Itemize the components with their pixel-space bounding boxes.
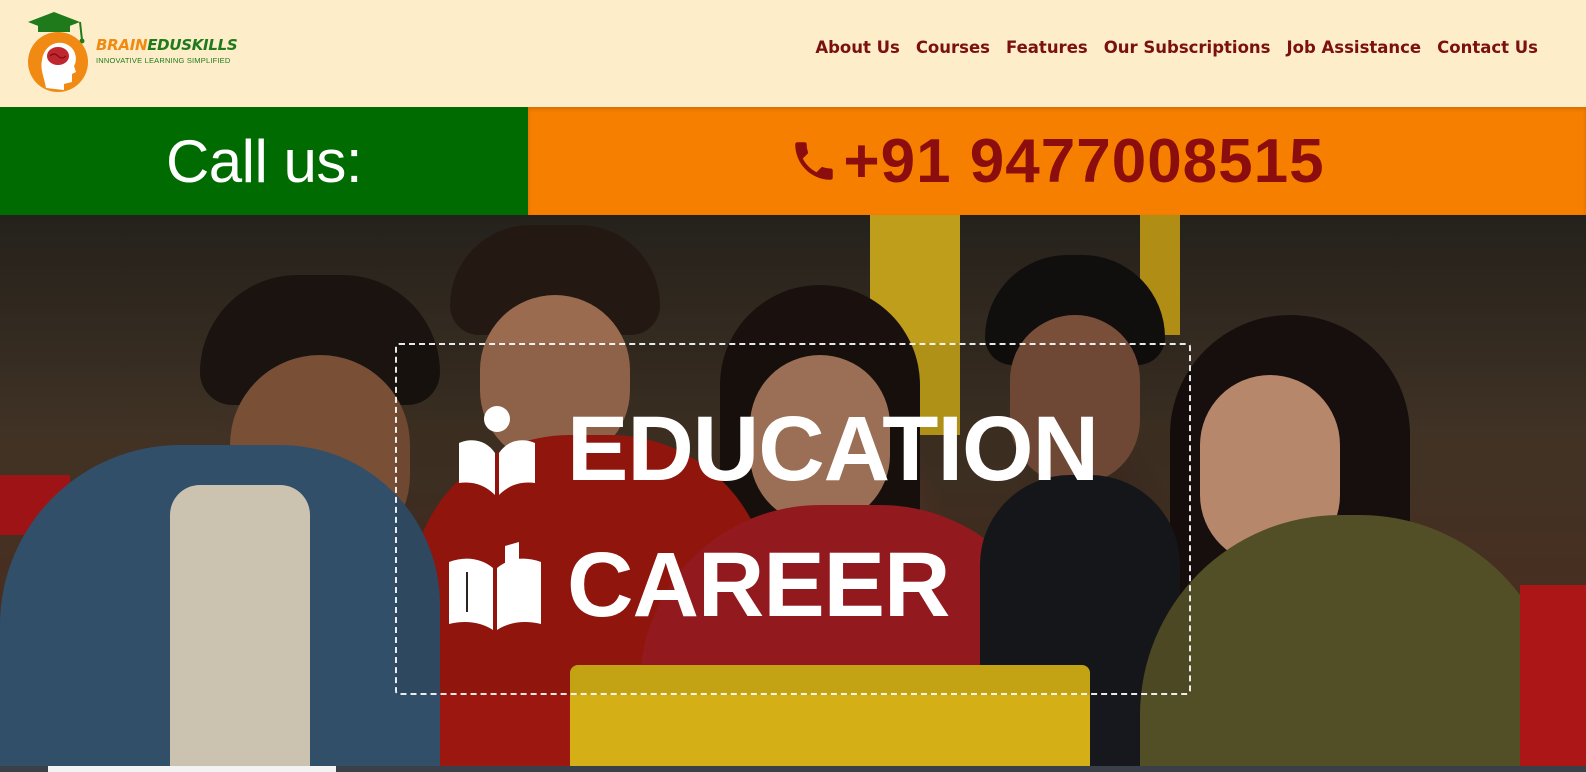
bottom-strip [0,766,1586,772]
phone-number: +91 9477008515 [843,126,1325,196]
brand-name-part1: BRAIN [96,36,148,54]
nav-contact-us[interactable]: Contact Us [1429,38,1546,57]
nav-features[interactable]: Features [998,38,1096,57]
hero-career-text: CAREER [567,534,950,636]
logo-head-icon [28,12,88,92]
hero-banner: EDUCATION CAREER [0,215,1586,772]
main-nav: About Us Courses Features Our Subscripti… [807,38,1546,57]
site-header: BRAINEDUSKILLS INNOVATIVE LEARNING SIMPL… [0,0,1586,107]
call-bar: Call us: +91 9477008515 [0,107,1586,215]
hero-text-box: EDUCATION CAREER [395,343,1191,695]
brand-logo[interactable]: BRAINEDUSKILLS INNOVATIVE LEARNING SIMPL… [24,10,238,92]
phone-icon [795,142,834,180]
open-book-icon [449,541,541,630]
brand-tagline: INNOVATIVE LEARNING SIMPLIFIED [96,56,231,65]
nav-our-subscriptions[interactable]: Our Subscriptions [1096,38,1279,57]
nav-courses[interactable]: Courses [908,38,998,57]
brand-name-part2: EDUSKILLS [147,36,238,54]
brand-name: BRAINEDUSKILLS [96,36,238,54]
call-label: Call us: [165,127,363,195]
hero-line-education: EDUCATION [457,397,1099,502]
reader-icon [459,405,535,495]
nav-about-us[interactable]: About Us [807,38,908,57]
call-label-panel: Call us: [0,107,528,215]
hero-education-text: EDUCATION [567,398,1099,500]
nav-job-assistance[interactable]: Job Assistance [1278,38,1429,57]
phone-link[interactable]: +91 9477008515 [528,107,1586,215]
hero-line-career: CAREER [447,533,950,638]
